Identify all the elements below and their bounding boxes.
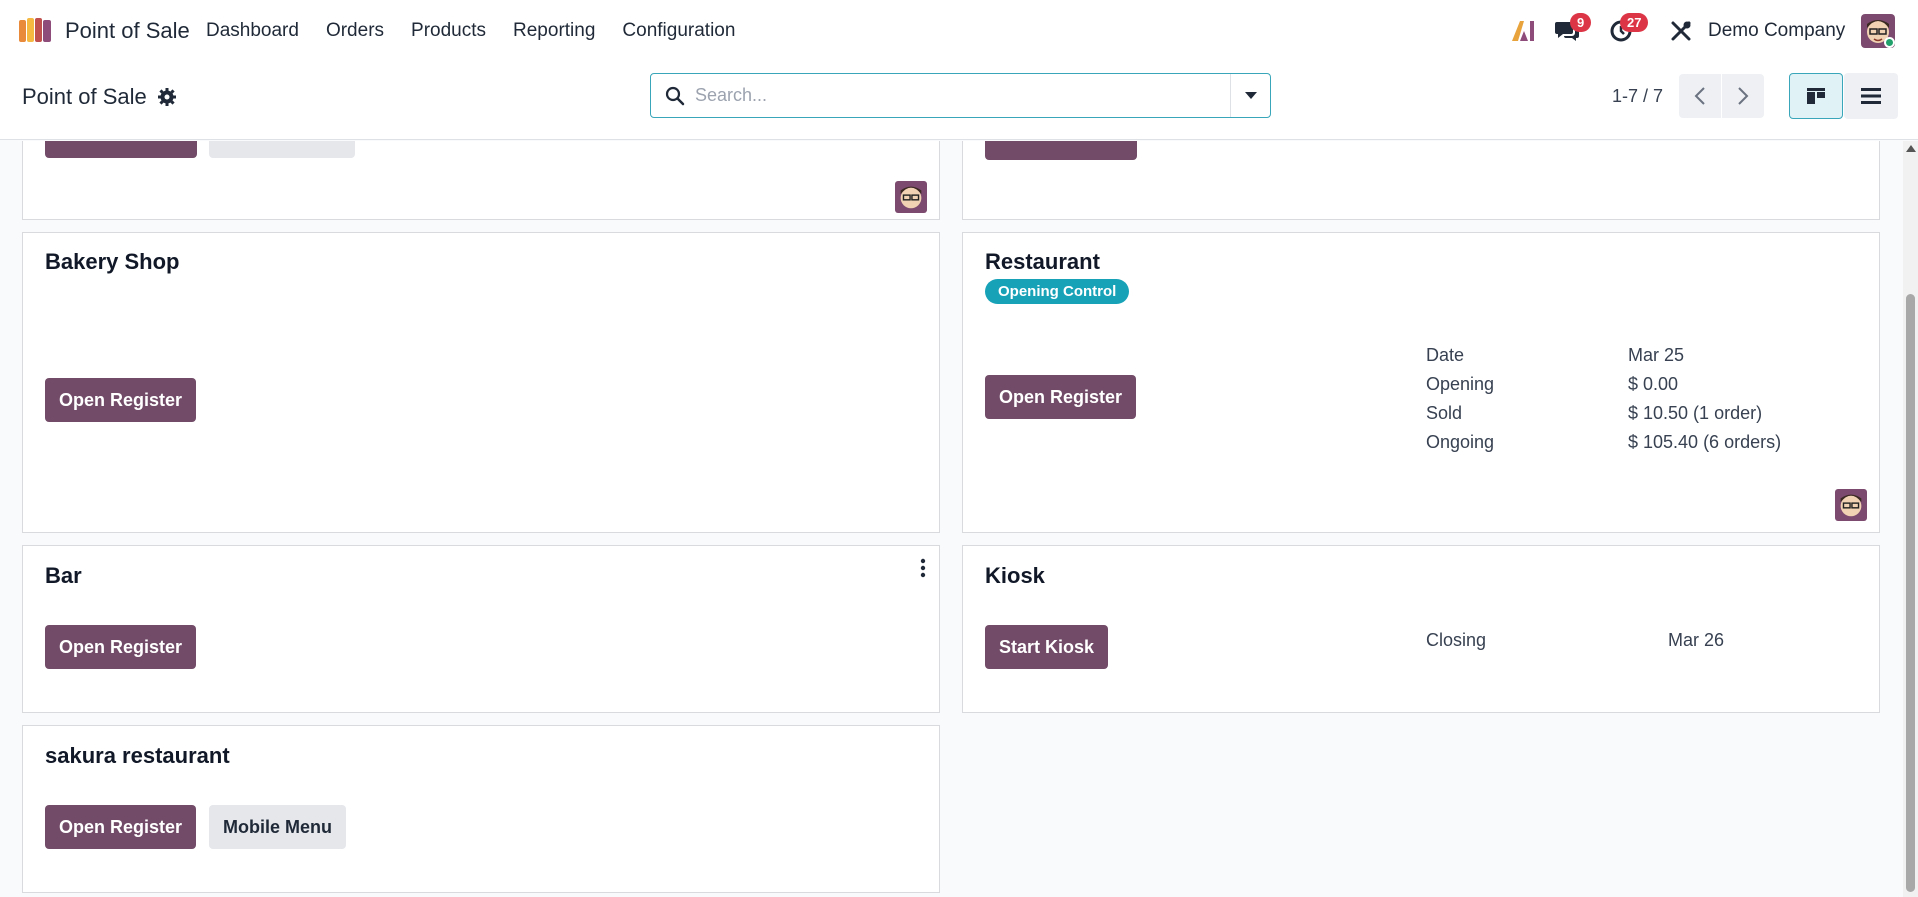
menu-orders[interactable]: Orders [326, 20, 384, 42]
main-menu: Dashboard Orders Products Reporting Conf… [206, 20, 762, 42]
open-register-button[interactable]: Open Register [45, 805, 197, 849]
kanban-view-button[interactable] [1789, 73, 1843, 119]
card-user-avatar[interactable] [1835, 489, 1867, 521]
info-label-date: Date [1426, 345, 1465, 365]
info-label-sold: Sold [1426, 403, 1463, 423]
pager-value[interactable]: 1-7 / 7 [1612, 86, 1663, 107]
pos-app-icon[interactable] [18, 16, 53, 44]
scrollbar-thumb[interactable] [1906, 294, 1915, 892]
partial-secondary-button[interactable] [209, 141, 355, 158]
partial-primary-button[interactable] [985, 141, 1137, 160]
vertical-scrollbar[interactable] [1903, 141, 1918, 897]
caret-down-icon [1244, 91, 1257, 99]
info-value-date: Mar 25 [1628, 345, 1685, 365]
page-title[interactable]: Point of Sale [22, 84, 147, 110]
card-title: sakura restaurant [45, 743, 230, 768]
mobile-menu-button[interactable]: Mobile Menu [209, 805, 346, 849]
menu-reporting[interactable]: Reporting [513, 20, 595, 42]
menu-products[interactable]: Products [411, 20, 486, 42]
pos-card-partial-left[interactable] [22, 141, 940, 220]
menu-configuration[interactable]: Configuration [622, 20, 735, 42]
open-register-button[interactable]: Open Register [45, 378, 197, 422]
kebab-menu-icon[interactable] [920, 558, 926, 578]
user-avatar-icon [895, 181, 927, 213]
card-user-avatar[interactable] [895, 181, 927, 213]
ai-icon[interactable] [1510, 19, 1536, 43]
debug-tools-icon[interactable] [1670, 20, 1692, 42]
chevron-right-icon [1738, 87, 1749, 105]
app-name[interactable]: Point of Sale [65, 18, 190, 44]
start-kiosk-button[interactable]: Start Kiosk [985, 625, 1109, 669]
card-title: Restaurant [985, 249, 1100, 274]
kanban-icon [1807, 88, 1825, 104]
info-value-closing: Mar 26 [1668, 630, 1725, 650]
messages-badge: 9 [1570, 13, 1592, 32]
card-title: Kiosk [985, 563, 1045, 588]
scroll-up-arrow-icon[interactable] [1906, 145, 1916, 152]
gear-icon[interactable] [158, 88, 176, 106]
search-input[interactable] [695, 75, 1195, 116]
pager-previous-button[interactable] [1679, 74, 1721, 118]
search-bar [650, 73, 1271, 118]
pos-card-sakura-restaurant[interactable]: sakura restaurant Open Register Mobile M… [22, 725, 940, 893]
info-value-sold: $ 10.50 (1 order) [1628, 403, 1763, 423]
info-label-ongoing: Ongoing [1426, 432, 1495, 452]
info-value-ongoing: $ 105.40 (6 orders) [1628, 432, 1782, 452]
kanban-content: Bakery Shop Open Register Restaurant Ope… [0, 141, 1918, 897]
search-options-toggle[interactable] [1230, 74, 1270, 117]
user-avatar-icon [1835, 489, 1867, 521]
info-label-closing: Closing [1426, 630, 1487, 650]
online-status-dot [1884, 37, 1895, 48]
open-register-button[interactable]: Open Register [45, 625, 197, 669]
pos-card-bakery-shop[interactable]: Bakery Shop Open Register [22, 232, 940, 533]
pos-card-partial-right[interactable] [962, 141, 1880, 220]
list-view-button[interactable] [1844, 73, 1898, 119]
company-switcher[interactable]: Demo Company [1708, 20, 1845, 42]
list-icon [1861, 88, 1881, 104]
search-icon [665, 86, 685, 106]
status-badge: Opening Control [985, 279, 1130, 304]
card-title: Bar [45, 563, 82, 588]
control-panel: Point of Sale 1-7 / 7 [0, 62, 1918, 140]
pager-next-button[interactable] [1722, 74, 1764, 118]
pos-card-restaurant[interactable]: Restaurant Opening Control Open Register… [962, 232, 1880, 533]
pos-card-kiosk[interactable]: Kiosk Start Kiosk Closing Mar 26 [962, 545, 1880, 713]
info-value-opening: $ 0.00 [1628, 374, 1679, 394]
info-label-opening: Opening [1426, 374, 1495, 394]
menu-dashboard[interactable]: Dashboard [206, 20, 299, 42]
top-navbar: Point of Sale Dashboard Orders Products … [0, 0, 1918, 62]
open-register-button[interactable]: Open Register [985, 375, 1137, 419]
partial-primary-button[interactable] [45, 141, 197, 158]
card-title: Bakery Shop [45, 249, 180, 274]
chevron-left-icon [1694, 87, 1705, 105]
activities-badge: 27 [1620, 13, 1649, 32]
pos-card-bar[interactable]: Bar Open Register [22, 545, 940, 713]
